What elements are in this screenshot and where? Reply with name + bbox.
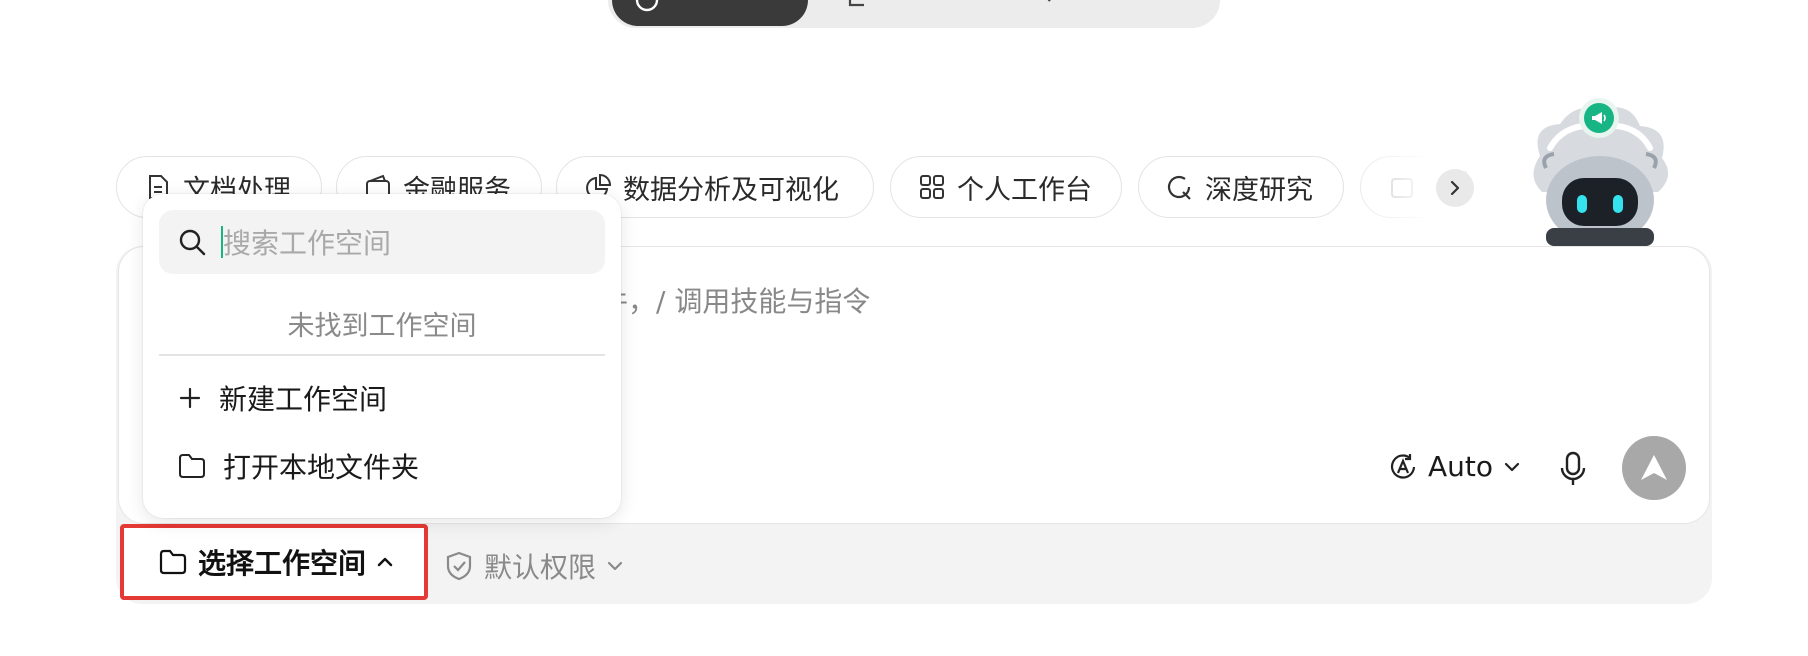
text-caret bbox=[221, 226, 223, 258]
chip-personal-workbench[interactable]: 个人工作台 bbox=[890, 156, 1122, 218]
arrow-up-icon bbox=[1641, 455, 1667, 480]
workspace-dropdown: 未找到工作空间 新建工作空间 打开本地文件夹 bbox=[143, 194, 621, 518]
folder-icon bbox=[159, 549, 187, 575]
menu-item-label: 新建工作空间 bbox=[219, 383, 388, 416]
microphone-icon[interactable] bbox=[1556, 450, 1590, 488]
send-button[interactable] bbox=[1622, 436, 1686, 500]
select-workspace-button[interactable]: 选择工作空间 bbox=[120, 524, 428, 600]
tab-code[interactable] bbox=[844, 0, 882, 24]
tab-active[interactable] bbox=[612, 0, 808, 26]
workspace-label: 选择工作空间 bbox=[198, 547, 367, 580]
chip-label: 个人工作台 bbox=[957, 174, 1092, 206]
auto-mode-icon bbox=[1390, 453, 1416, 479]
megaphone-icon bbox=[1592, 112, 1606, 124]
new-workspace-item[interactable]: 新建工作空间 bbox=[159, 370, 605, 426]
workspace-search bbox=[159, 210, 605, 274]
open-local-folder-item[interactable]: 打开本地文件夹 bbox=[159, 438, 605, 494]
chip-deep-research[interactable]: 深度研究 bbox=[1138, 156, 1344, 218]
model-label: Auto bbox=[1428, 450, 1494, 483]
chevron-down-icon bbox=[607, 561, 623, 571]
announcement-badge[interactable] bbox=[1579, 98, 1619, 138]
code-icon bbox=[848, 0, 864, 7]
divider bbox=[159, 354, 605, 356]
folder-icon bbox=[179, 454, 205, 478]
tab-design[interactable] bbox=[1040, 0, 1078, 24]
workspace-search-input[interactable] bbox=[221, 218, 595, 268]
research-icon bbox=[1167, 175, 1191, 200]
empty-state-text: 未找到工作空间 bbox=[287, 311, 477, 342]
chevron-down-icon bbox=[1504, 462, 1520, 471]
shield-check-icon bbox=[446, 551, 472, 581]
permission-selector[interactable]: 默认权限 bbox=[444, 546, 624, 586]
search-icon bbox=[179, 229, 206, 256]
composer-placeholder: 件，/ 调用技能与指令 bbox=[600, 285, 871, 318]
menu-item-label: 打开本地文件夹 bbox=[223, 451, 420, 484]
mode-tabs bbox=[608, 0, 1220, 28]
model-selector[interactable]: Auto bbox=[1388, 450, 1521, 483]
permission-label: 默认权限 bbox=[484, 551, 597, 584]
chips-next-button[interactable] bbox=[1436, 169, 1474, 207]
plus-icon bbox=[179, 387, 201, 409]
chip-label: 数据分析及可视化 bbox=[623, 174, 839, 206]
grid-icon bbox=[920, 175, 944, 199]
circle-icon bbox=[635, 0, 659, 12]
chevron-right-icon bbox=[1450, 180, 1460, 196]
chevron-up-icon bbox=[377, 557, 393, 567]
bulb-icon bbox=[1047, 0, 1051, 2]
chip-label: 深度研究 bbox=[1205, 174, 1313, 206]
